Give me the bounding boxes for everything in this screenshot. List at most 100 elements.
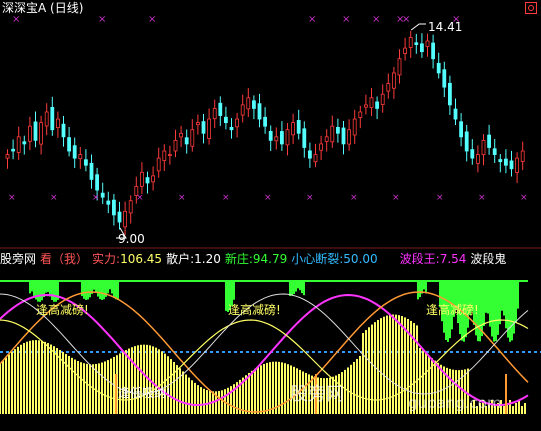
- candle-body: [240, 104, 245, 116]
- xiaoxin-label: 小心断裂:: [291, 252, 344, 266]
- candle-body: [487, 134, 492, 148]
- xinzhuang-value: 94.79: [252, 252, 288, 266]
- candle-body: [223, 116, 228, 124]
- signal-marker: ×: [264, 193, 272, 203]
- signal-marker: ×: [402, 14, 410, 25]
- candle-body: [285, 129, 290, 146]
- chart-title: 深深宝A (日线): [2, 1, 84, 15]
- candle-body: [123, 210, 127, 228]
- candle-body: [397, 58, 402, 76]
- boduanwang-value: 7.54: [439, 252, 467, 266]
- candle-body: [431, 42, 436, 60]
- candle-body: [218, 102, 223, 116]
- candle-body: [246, 97, 251, 110]
- candle-body: [212, 108, 217, 120]
- candle-body: [279, 131, 284, 145]
- candle-body: [251, 100, 256, 109]
- candle-body: [117, 211, 122, 223]
- indicator-mode: 看（我）: [40, 252, 89, 266]
- candle-body: [67, 137, 71, 152]
- candle-body: [89, 162, 94, 180]
- candle-body: [307, 150, 312, 159]
- candle-body: [386, 83, 391, 92]
- candle-body: [16, 136, 21, 153]
- candle-body: [464, 131, 469, 152]
- candle-body: [139, 171, 144, 187]
- candle-body: [358, 111, 363, 118]
- feng-gao-label-2: 逢高减磅!: [228, 303, 281, 317]
- candle-body: [515, 157, 519, 173]
- candle-body: [173, 139, 178, 152]
- candle-body: [151, 175, 156, 183]
- candle-body: [207, 118, 212, 139]
- candle-body: [44, 111, 49, 127]
- price-low-label: 9.00: [118, 232, 145, 246]
- feng-di-label: 逢低吸纳!: [118, 386, 171, 400]
- candle-body: [112, 199, 116, 216]
- candle-body: [268, 130, 273, 141]
- candle-body: [128, 200, 133, 214]
- candle-body: [425, 40, 430, 47]
- candle-body: [263, 116, 268, 127]
- candle-body: [184, 137, 189, 145]
- feng-gao-label-3: 逢高减磅!: [426, 303, 479, 317]
- shili-label: 实力:: [92, 252, 121, 266]
- candle-body: [72, 145, 77, 159]
- candle-body: [11, 148, 16, 152]
- candle-body: [498, 159, 503, 163]
- settings-icon[interactable]: [525, 2, 537, 14]
- candle-body: [436, 62, 441, 74]
- candle-body: [33, 121, 38, 141]
- signal-marker: ×: [306, 193, 314, 203]
- candle-body: [330, 125, 335, 143]
- candle-body: [335, 126, 340, 134]
- candle-body: [442, 69, 447, 88]
- signal-marker: ×: [350, 193, 358, 203]
- signal-marker: ×: [50, 193, 58, 203]
- boduangui-label: 波段鬼: [470, 252, 507, 266]
- candle-body: [391, 72, 396, 89]
- candle-body: [459, 121, 464, 138]
- candle-body: [369, 97, 374, 109]
- sanhu-label: 散户:: [166, 252, 195, 266]
- candle-body: [380, 93, 385, 106]
- signal-marker: ×: [148, 14, 156, 25]
- candle-body: [475, 154, 480, 164]
- candle-body: [509, 160, 514, 170]
- candle-body: [363, 104, 368, 108]
- candle-body: [257, 103, 262, 120]
- candle-body: [492, 148, 497, 155]
- candle-body: [162, 150, 167, 161]
- candle-body: [56, 118, 60, 129]
- candle-body: [195, 122, 200, 126]
- candle-body: [470, 149, 475, 159]
- candle-body: [235, 118, 240, 128]
- signal-marker: ×: [136, 193, 144, 203]
- signal-marker: ×: [92, 193, 100, 203]
- signal-marker: ×: [392, 193, 400, 203]
- candle-body: [419, 43, 424, 53]
- candle-body: [190, 129, 195, 147]
- signal-marker: ×: [372, 14, 380, 25]
- chart-stage: × × × × × × × × × × × × × × × × × × × × × × 深深宝A (日线) 14.41 9…: [0, 0, 541, 427]
- candle-body: [414, 42, 419, 45]
- watermark-text: 股旁网: [290, 384, 344, 405]
- candle-body: [274, 136, 279, 142]
- candle-body: [352, 118, 357, 136]
- candle-body: [520, 150, 525, 162]
- watermark-url: gupang.com: [408, 394, 502, 412]
- candle-body: [22, 141, 27, 145]
- candle-body: [313, 154, 318, 163]
- candle-body: [453, 108, 458, 120]
- candle-body: [503, 158, 508, 166]
- candle-body: [95, 174, 99, 191]
- signal-marker: ×: [8, 193, 16, 203]
- candle-body: [291, 122, 296, 136]
- candle-body: [106, 200, 111, 205]
- candle-body: [5, 154, 10, 159]
- price-high-label: 14.41: [428, 20, 463, 34]
- candle-body: [481, 139, 486, 156]
- signal-marker: ×: [342, 14, 350, 25]
- candle-body: [27, 125, 32, 142]
- signal-marker: ×: [98, 14, 106, 25]
